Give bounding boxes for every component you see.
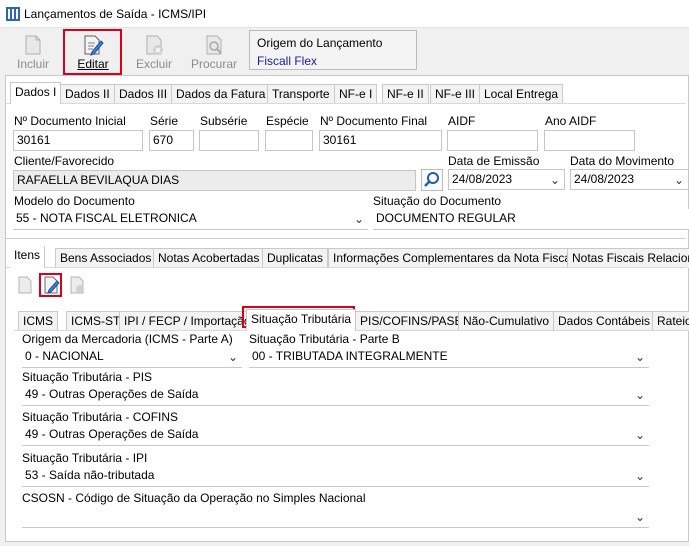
tab-local-entrega[interactable]: Local Entrega xyxy=(479,84,564,104)
cofins-select[interactable]: 49 - Outras Operações de Saída ⌄ xyxy=(22,425,649,446)
tab-icms[interactable]: ICMS xyxy=(18,311,58,331)
tab-info-complementares[interactable]: Informações Complementares da Nota Fisca… xyxy=(328,248,579,268)
aidf-input[interactable] xyxy=(447,130,538,151)
cliente-input[interactable]: RAFAELLA BEVILAQUA DIAS xyxy=(13,170,416,191)
serie-label: Série xyxy=(150,114,179,128)
window-title: Lançamentos de Saída - ICMS/IPI xyxy=(24,7,207,21)
cofins-value: 49 - Outras Operações de Saída xyxy=(25,427,199,441)
chevron-down-icon: ⌄ xyxy=(549,173,560,187)
modelo-select[interactable]: 55 - NOTA FISCAL ELETRONICA ⌄ xyxy=(13,209,368,230)
delete-item-icon[interactable] xyxy=(68,276,86,294)
edit-item-highlight xyxy=(39,273,62,297)
excluir-button[interactable]: Excluir xyxy=(127,31,181,73)
st-b-select[interactable]: 00 - TRIBUTADA INTEGRALMENTE ⌄ xyxy=(249,347,649,368)
chevron-down-icon: ⌄ xyxy=(673,173,684,187)
cliente-label: Cliente/Favorecido xyxy=(14,154,115,168)
tab-itens[interactable]: Itens xyxy=(10,246,46,268)
ano-aidf-input[interactable] xyxy=(544,130,635,151)
num-doc-final-input[interactable]: 30161 xyxy=(319,130,442,151)
data-emissao-value: 24/08/2023 xyxy=(452,172,513,186)
procurar-label: Procurar xyxy=(190,57,237,71)
subtabs-divider xyxy=(6,267,686,268)
st-b-value: 00 - TRIBUTADA INTEGRALMENTE xyxy=(252,349,448,363)
new-document-icon xyxy=(25,35,41,55)
chevron-down-icon: ⌄ xyxy=(227,350,238,364)
search-document-icon xyxy=(206,35,222,55)
origem-value: 0 - NACIONAL xyxy=(25,349,104,363)
ipi-select[interactable]: 53 - Saída não-tributada ⌄ xyxy=(22,466,649,487)
search-cliente-button[interactable] xyxy=(421,169,443,191)
pis-value: 49 - Outras Operações de Saída xyxy=(25,387,199,401)
tab-dados-fatura[interactable]: Dados da Fatura xyxy=(171,84,271,104)
cofins-label: Situação Tributária - COFINS xyxy=(22,410,179,424)
modelo-value: 55 - NOTA FISCAL ELETRONICA xyxy=(16,211,197,225)
delete-document-icon xyxy=(146,35,163,55)
chevron-down-icon: ⌄ xyxy=(634,469,645,483)
situacao-doc-input[interactable]: DOCUMENTO REGULAR xyxy=(373,209,689,230)
incluir-button[interactable]: Incluir xyxy=(6,31,60,73)
especie-input[interactable] xyxy=(265,130,313,151)
chevron-down-icon: ⌄ xyxy=(634,428,645,442)
origin-label: Origem do Lançamento xyxy=(257,36,383,50)
subserie-label: Subsérie xyxy=(200,114,248,128)
tab-duplicatas[interactable]: Duplicatas xyxy=(262,248,329,268)
data-movimento-label: Data do Movimento xyxy=(570,154,675,168)
tab-notas-acobertadas[interactable]: Notas Acobertadas xyxy=(153,248,265,268)
tab-icms-st[interactable]: ICMS-ST xyxy=(66,311,126,331)
tab-dados-iii[interactable]: Dados III xyxy=(114,84,173,104)
incluir-label: Incluir xyxy=(16,57,49,71)
serie-input[interactable]: 670 xyxy=(149,130,194,151)
magnifier-icon xyxy=(424,172,439,187)
tab-dados-i[interactable]: Dados I xyxy=(10,82,62,104)
aidf-label: AIDF xyxy=(448,114,476,128)
ipi-label: Situação Tributária - IPI xyxy=(22,451,148,465)
data-emissao-picker[interactable]: 24/08/2023 ⌄ xyxy=(448,169,565,190)
data-emissao-label: Data de Emissão xyxy=(448,154,540,168)
tab-nao-cumulativo[interactable]: Não-Cumulativo xyxy=(458,311,555,331)
tab-notas-relacionadas[interactable]: Notas Fiscais Relaciona xyxy=(567,248,689,268)
pis-label: Situação Tributária - PIS xyxy=(22,370,153,384)
origem-select[interactable]: 0 - NACIONAL ⌄ xyxy=(22,347,242,368)
tab-nfe-i[interactable]: NF-e I xyxy=(334,84,378,104)
situacao-doc-label: Situação do Documento xyxy=(373,194,502,208)
tab-situacao-tributaria[interactable]: Situação Tributária xyxy=(246,309,357,331)
data-movimento-picker[interactable]: 24/08/2023 ⌄ xyxy=(570,169,689,190)
origem-label: Origem da Mercadoria (ICMS - Parte A) xyxy=(22,332,233,346)
num-doc-final-label: Nº Documento Final xyxy=(320,114,428,128)
app-columns-icon xyxy=(6,7,20,21)
chevron-down-icon: ⌄ xyxy=(353,212,364,226)
tab-nfe-ii[interactable]: NF-e II xyxy=(382,84,429,104)
num-doc-inicial-input[interactable]: 30161 xyxy=(13,130,143,151)
tab-dados-ii[interactable]: Dados II xyxy=(60,84,115,104)
origin-value: Fiscall Flex xyxy=(257,54,318,68)
st-b-label: Situação Tributária - Parte B xyxy=(249,332,400,346)
section-divider xyxy=(6,238,686,239)
tab-bens-associados[interactable]: Bens Associados xyxy=(55,248,157,268)
chevron-down-icon: ⌄ xyxy=(634,350,645,364)
modelo-label: Modelo do Documento xyxy=(14,194,135,208)
chevron-down-icon: ⌄ xyxy=(634,388,645,402)
ipi-value: 53 - Saída não-tributada xyxy=(25,468,155,482)
tab-dados-contabeis[interactable]: Dados Contábeis xyxy=(553,311,656,331)
tab-ipi-fecp[interactable]: IPI / FECP / Importação xyxy=(119,311,256,331)
num-doc-inicial-label: Nº Documento Inicial xyxy=(14,114,126,128)
chevron-down-icon: ⌄ xyxy=(634,510,645,524)
csosn-select[interactable]: ⌄ xyxy=(22,507,649,528)
tab-nfe-iii[interactable]: NF-e III xyxy=(430,84,481,104)
pis-select[interactable]: 49 - Outras Operações de Saída ⌄ xyxy=(22,385,649,406)
tabs-divider xyxy=(6,103,686,104)
tab-transporte[interactable]: Transporte xyxy=(267,84,335,104)
title-bar: Lançamentos de Saída - ICMS/IPI xyxy=(0,0,689,28)
tab-rateio[interactable]: Rateio xyxy=(652,311,689,331)
ano-aidf-label: Ano AIDF xyxy=(545,114,597,128)
subserie-input[interactable] xyxy=(199,130,259,151)
especie-label: Espécie xyxy=(266,114,309,128)
procurar-button[interactable]: Procurar xyxy=(187,31,241,73)
data-movimento-value: 24/08/2023 xyxy=(574,172,635,186)
csosn-label: CSOSN - Código de Situação da Operação n… xyxy=(22,491,366,505)
origin-panel: Origem do Lançamento Fiscall Flex xyxy=(249,30,417,70)
editar-highlight xyxy=(63,29,122,75)
new-item-icon[interactable] xyxy=(16,276,34,294)
excluir-label: Excluir xyxy=(135,57,172,71)
